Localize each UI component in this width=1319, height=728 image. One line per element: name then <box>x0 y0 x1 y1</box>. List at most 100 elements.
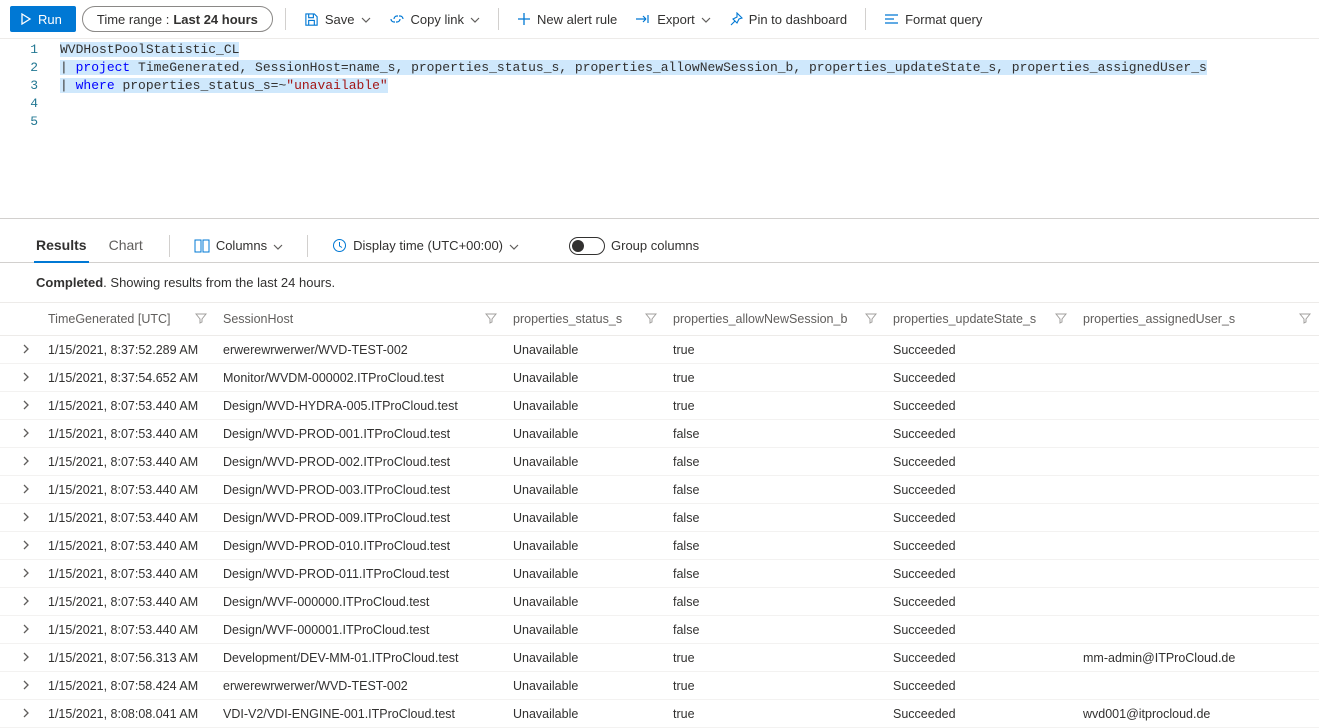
chevron-down-icon <box>361 15 371 25</box>
filter-icon[interactable] <box>1299 312 1311 327</box>
cell-host: VDI-V2/VDI-ENGINE-001.ITProCloud.test <box>215 700 505 728</box>
code-area[interactable]: WVDHostPoolStatistic_CL | project TimeGe… <box>52 39 1319 218</box>
col-allownew[interactable]: properties_allowNewSession_b <box>665 303 885 336</box>
expand-row[interactable] <box>0 700 40 728</box>
table-row[interactable]: 1/15/2021, 8:07:53.440 AMDesign/WVD-PROD… <box>0 504 1319 532</box>
col-status[interactable]: properties_status_s <box>505 303 665 336</box>
cell-update: Succeeded <box>885 588 1075 616</box>
cell-status: Unavailable <box>505 700 665 728</box>
cell-status: Unavailable <box>505 616 665 644</box>
new-alert-label: New alert rule <box>537 12 617 27</box>
cell-update: Succeeded <box>885 700 1075 728</box>
expand-row[interactable] <box>0 616 40 644</box>
save-button[interactable]: Save <box>298 10 377 29</box>
expand-row[interactable] <box>0 672 40 700</box>
divider <box>285 8 286 30</box>
copy-link-button[interactable]: Copy link <box>383 10 486 29</box>
cell-user <box>1075 504 1319 532</box>
expand-row[interactable] <box>0 420 40 448</box>
cell-host: Development/DEV-MM-01.ITProCloud.test <box>215 644 505 672</box>
cell-status: Unavailable <box>505 420 665 448</box>
cell-status: Unavailable <box>505 364 665 392</box>
toggle-switch[interactable] <box>569 237 605 255</box>
expand-row[interactable] <box>0 644 40 672</box>
group-columns-toggle[interactable]: Group columns <box>569 237 699 255</box>
expand-row[interactable] <box>0 364 40 392</box>
cell-time: 1/15/2021, 8:07:58.424 AM <box>40 672 215 700</box>
run-label: Run <box>38 12 62 27</box>
status-line: Completed. Showing results from the last… <box>0 263 1319 302</box>
table-row[interactable]: 1/15/2021, 8:07:53.440 AMDesign/WVF-0000… <box>0 588 1319 616</box>
cell-update: Succeeded <box>885 504 1075 532</box>
time-range-picker[interactable]: Time range : Last 24 hours <box>82 6 273 32</box>
table-row[interactable]: 1/15/2021, 8:07:53.440 AMDesign/WVD-PROD… <box>0 476 1319 504</box>
filter-icon[interactable] <box>645 312 657 327</box>
cell-allow: false <box>665 420 885 448</box>
cell-user: mm-admin@ITProCloud.de <box>1075 644 1319 672</box>
cell-allow: false <box>665 504 885 532</box>
group-columns-label: Group columns <box>611 238 699 253</box>
table-row[interactable]: 1/15/2021, 8:07:53.440 AMDesign/WVF-0000… <box>0 616 1319 644</box>
save-label: Save <box>325 12 355 27</box>
table-row[interactable]: 1/15/2021, 8:37:52.289 AMerwerewrwerwer/… <box>0 336 1319 364</box>
pin-icon <box>729 12 743 26</box>
cell-host: erwerewrwerwer/WVD-TEST-002 <box>215 672 505 700</box>
table-row[interactable]: 1/15/2021, 8:07:58.424 AMerwerewrwerwer/… <box>0 672 1319 700</box>
cell-user <box>1075 476 1319 504</box>
table-row[interactable]: 1/15/2021, 8:08:08.041 AMVDI-V2/VDI-ENGI… <box>0 700 1319 728</box>
cell-update: Succeeded <box>885 672 1075 700</box>
display-time-button[interactable]: Display time (UTC+00:00) <box>332 238 519 253</box>
pin-button[interactable]: Pin to dashboard <box>723 10 853 29</box>
col-assigneduser[interactable]: properties_assignedUser_s <box>1075 303 1319 336</box>
plus-icon <box>517 12 531 26</box>
table-row[interactable]: 1/15/2021, 8:07:53.440 AMDesign/WVD-PROD… <box>0 560 1319 588</box>
filter-icon[interactable] <box>485 312 497 327</box>
cell-status: Unavailable <box>505 476 665 504</box>
command-bar: Run Time range : Last 24 hours Save Copy… <box>0 0 1319 39</box>
chevron-down-icon <box>470 15 480 25</box>
col-timegenerated[interactable]: TimeGenerated [UTC] <box>40 303 215 336</box>
table-row[interactable]: 1/15/2021, 8:07:53.440 AMDesign/WVD-HYDR… <box>0 392 1319 420</box>
expand-row[interactable] <box>0 336 40 364</box>
col-updatestate[interactable]: properties_updateState_s <box>885 303 1075 336</box>
col-sessionhost[interactable]: SessionHost <box>215 303 505 336</box>
expand-row[interactable] <box>0 392 40 420</box>
expand-row[interactable] <box>0 588 40 616</box>
table-row[interactable]: 1/15/2021, 8:37:54.652 AMMonitor/WVDM-00… <box>0 364 1319 392</box>
cell-user: wvd001@itprocloud.de <box>1075 700 1319 728</box>
columns-button[interactable]: Columns <box>194 238 283 253</box>
tab-chart[interactable]: Chart <box>107 229 145 263</box>
expand-row[interactable] <box>0 476 40 504</box>
cell-user <box>1075 588 1319 616</box>
cell-user <box>1075 336 1319 364</box>
cell-status: Unavailable <box>505 504 665 532</box>
filter-icon[interactable] <box>865 312 877 327</box>
table-row[interactable]: 1/15/2021, 8:07:53.440 AMDesign/WVD-PROD… <box>0 532 1319 560</box>
table-row[interactable]: 1/15/2021, 8:07:53.440 AMDesign/WVD-PROD… <box>0 420 1319 448</box>
cell-host: Design/WVD-HYDRA-005.ITProCloud.test <box>215 392 505 420</box>
expand-row[interactable] <box>0 448 40 476</box>
export-button[interactable]: Export <box>629 10 717 29</box>
expand-row[interactable] <box>0 560 40 588</box>
format-query-button[interactable]: Format query <box>878 10 988 29</box>
tab-results[interactable]: Results <box>34 229 89 263</box>
cell-allow: true <box>665 644 885 672</box>
new-alert-button[interactable]: New alert rule <box>511 10 623 29</box>
cell-allow: false <box>665 448 885 476</box>
filter-icon[interactable] <box>195 312 207 327</box>
expand-row[interactable] <box>0 532 40 560</box>
format-label: Format query <box>905 12 982 27</box>
export-icon <box>635 12 651 26</box>
run-button[interactable]: Run <box>10 6 76 32</box>
status-detail: . Showing results from the last 24 hours… <box>103 275 335 290</box>
filter-icon[interactable] <box>1055 312 1067 327</box>
cell-status: Unavailable <box>505 560 665 588</box>
query-editor[interactable]: 12345 WVDHostPoolStatistic_CL | project … <box>0 39 1319 219</box>
cell-user <box>1075 672 1319 700</box>
table-row[interactable]: 1/15/2021, 8:07:53.440 AMDesign/WVD-PROD… <box>0 448 1319 476</box>
cell-time: 1/15/2021, 8:08:08.041 AM <box>40 700 215 728</box>
status-completed: Completed <box>36 275 103 290</box>
table-row[interactable]: 1/15/2021, 8:07:56.313 AMDevelopment/DEV… <box>0 644 1319 672</box>
cell-status: Unavailable <box>505 532 665 560</box>
expand-row[interactable] <box>0 504 40 532</box>
